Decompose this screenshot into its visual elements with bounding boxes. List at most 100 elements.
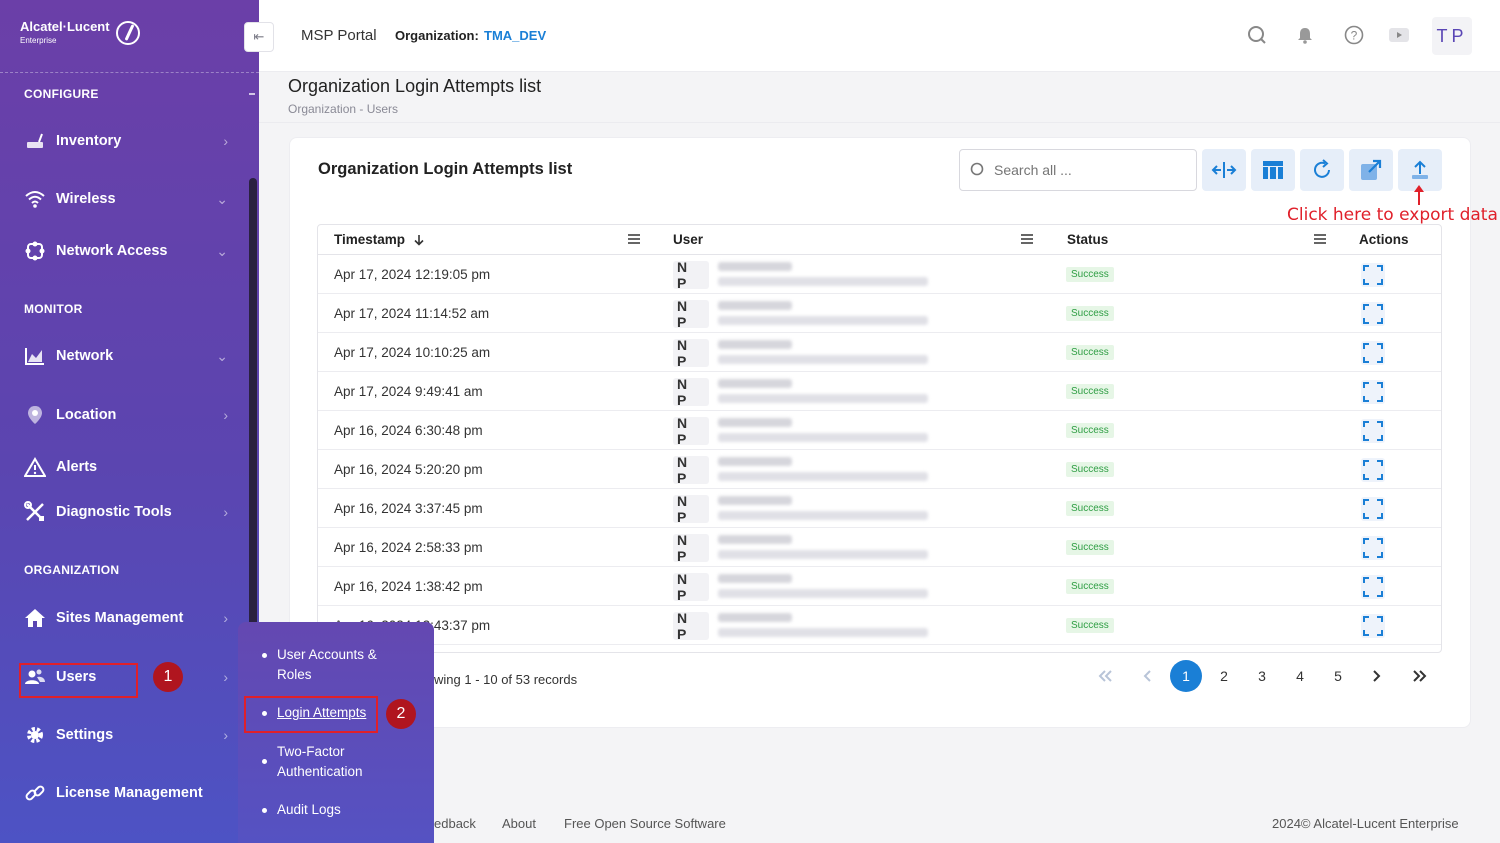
sidebar-item-alerts[interactable]: Alerts (24, 451, 234, 483)
expand-details-button[interactable] (1361, 263, 1385, 287)
timestamp-cell: Apr 17, 2024 10:10:25 am (334, 345, 491, 360)
expand-details-button[interactable] (1361, 380, 1385, 404)
next-page-button[interactable] (1360, 660, 1392, 692)
user-avatar: N P (673, 493, 709, 525)
page-1-button[interactable]: 1 (1170, 660, 1202, 692)
header-label: Actions (1359, 232, 1409, 247)
timestamp-cell: Apr 17, 2024 12:19:05 pm (334, 267, 491, 282)
page-3-button[interactable]: 3 (1246, 660, 1278, 692)
first-page-button[interactable] (1089, 660, 1121, 692)
table-row: Apr 16, 2024 6:30:48 pm N P Success (318, 411, 1441, 450)
expand-details-button[interactable] (1361, 536, 1385, 560)
sort-desc-icon[interactable] (413, 234, 425, 246)
user-email-redacted (718, 628, 928, 637)
submenu-user-accounts-roles[interactable]: User Accounts & Roles (262, 645, 377, 685)
sidebar-item-network[interactable]: Network ⌄ (24, 340, 234, 372)
user-avatar: N P (673, 415, 709, 447)
expand-details-button[interactable] (1361, 419, 1385, 443)
status-badge: Success (1066, 267, 1114, 282)
collapse-sidebar-button[interactable]: ⇤ (244, 22, 274, 52)
page-2-button[interactable]: 2 (1208, 660, 1240, 692)
video-icon[interactable] (1388, 24, 1410, 46)
sidebar-item-settings[interactable]: Settings › (24, 719, 234, 751)
footer-foss-link[interactable]: Free Open Source Software (564, 816, 726, 831)
table-header: Timestamp User Status Actions (318, 225, 1441, 255)
refresh-button[interactable] (1300, 149, 1344, 191)
copyright: 2024© Alcatel-Lucent Enterprise (1272, 816, 1459, 831)
external-link-icon (1361, 159, 1382, 180)
submenu-two-factor-auth[interactable]: Two-Factor Authentication (262, 742, 363, 782)
header-status[interactable]: Status (1067, 232, 1108, 247)
user-name-redacted (718, 613, 792, 622)
column-resize-button[interactable] (1202, 149, 1246, 191)
bell-icon[interactable] (1294, 24, 1316, 46)
search-input[interactable] (994, 162, 1174, 178)
location-pin-icon (24, 404, 46, 426)
submenu-audit-logs[interactable]: Audit Logs (262, 800, 341, 820)
columns-button[interactable] (1251, 149, 1295, 191)
user-avatar: N P (673, 337, 709, 369)
footer-about-link[interactable]: About (502, 816, 536, 831)
search-box[interactable] (959, 149, 1197, 191)
expand-details-button[interactable] (1361, 341, 1385, 365)
column-menu-icon[interactable] (1021, 234, 1033, 244)
expand-details-button[interactable] (1361, 497, 1385, 521)
header-label: User (673, 232, 704, 247)
expand-icon (1363, 304, 1383, 324)
column-menu-icon[interactable] (1314, 234, 1326, 244)
help-icon[interactable]: ? (1343, 24, 1365, 46)
chevron-right-icon: › (223, 669, 228, 685)
timestamp-cell: Apr 17, 2024 9:49:41 am (334, 384, 483, 399)
org-selector[interactable]: TMA_DEV (484, 28, 546, 43)
expand-details-button[interactable] (1361, 575, 1385, 599)
sidebar-item-network-access[interactable]: Network Access ⌄ (24, 235, 234, 267)
brand-logo[interactable]: Alcatel·Lucent Enterprise (20, 20, 140, 54)
status-badge: Success (1066, 540, 1114, 555)
sidebar: Alcatel·Lucent Enterprise CONFIGURE MONI… (0, 0, 259, 843)
wifi-icon (24, 188, 46, 210)
submenu-label: Two-Factor Authentication (277, 742, 363, 782)
sidebar-item-location[interactable]: Location › (24, 399, 234, 431)
user-name-redacted (718, 535, 792, 544)
sidebar-scrollbar[interactable] (249, 178, 257, 633)
expand-icon (1363, 460, 1383, 480)
header-label: Status (1067, 232, 1109, 247)
user-email-redacted (718, 472, 928, 481)
chevron-down-icon: ⌄ (216, 242, 228, 259)
sidebar-item-inventory[interactable]: Inventory › (24, 125, 234, 157)
header-timestamp[interactable]: Timestamp (334, 232, 425, 247)
expand-details-button[interactable] (1361, 614, 1385, 638)
avatar[interactable]: TP (1432, 17, 1472, 55)
submenu-label: Audit Logs (277, 802, 341, 817)
sidebar-item-diagnostic-tools[interactable]: Diagnostic Tools › (24, 496, 234, 528)
footer-feedback-link[interactable]: edback (434, 816, 476, 831)
submenu-label-line2: Authentication (277, 764, 363, 779)
chevron-right-icon (1373, 670, 1381, 682)
page-4-button[interactable]: 4 (1284, 660, 1316, 692)
sidebar-item-label: Wireless (56, 191, 116, 207)
user-name-redacted (718, 418, 792, 427)
sidebar-item-sites-management[interactable]: Sites Management › (24, 602, 234, 634)
sidebar-item-wireless[interactable]: Wireless ⌄ (24, 183, 234, 215)
page-5-button[interactable]: 5 (1322, 660, 1354, 692)
breadcrumb[interactable]: Organization - Users (288, 102, 398, 116)
expand-details-button[interactable] (1361, 458, 1385, 482)
collapse-section-icon[interactable] (249, 93, 255, 95)
user-name-redacted (718, 262, 792, 271)
chevron-down-icon: ⌄ (216, 347, 228, 364)
topbar: ⇤ MSP Portal Organization: TMA_DEV ? TP (244, 0, 1500, 72)
user-email-redacted (718, 433, 928, 442)
chevron-left-icon (1143, 670, 1151, 682)
section-organization: ORGANIZATION (24, 563, 120, 577)
header-user[interactable]: User (673, 232, 703, 247)
search-icon[interactable] (1246, 24, 1268, 46)
open-external-button[interactable] (1349, 149, 1393, 191)
prev-page-button[interactable] (1132, 660, 1164, 692)
last-page-button[interactable] (1404, 660, 1436, 692)
tools-icon (24, 501, 46, 523)
sidebar-item-license-management[interactable]: License Management (24, 777, 234, 809)
submenu-label: User Accounts & Roles (277, 645, 377, 685)
column-menu-icon[interactable] (628, 234, 640, 244)
status-badge: Success (1066, 579, 1114, 594)
expand-details-button[interactable] (1361, 302, 1385, 326)
